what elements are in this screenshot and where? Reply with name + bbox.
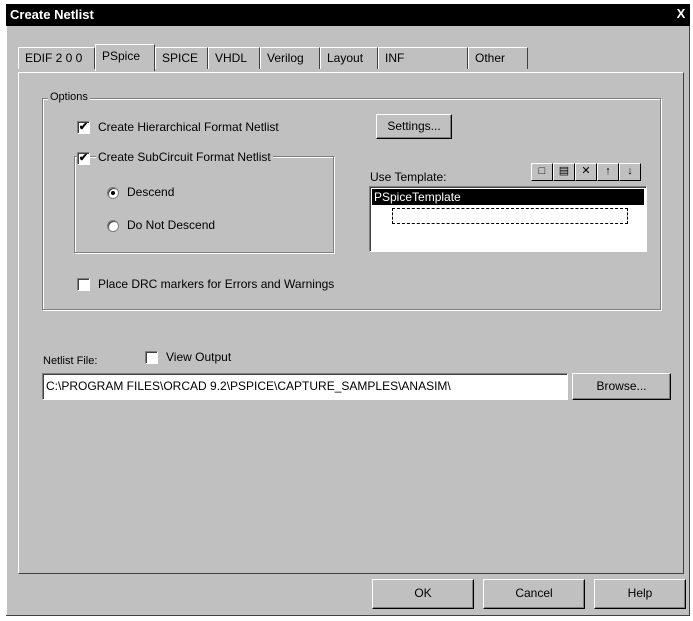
use-template-label: Use Template: xyxy=(370,170,447,184)
close-icon[interactable]: X xyxy=(674,7,688,21)
netlist-path-field[interactable]: C:\PROGRAM FILES\ORCAD 9.2\PSPICE\CAPTUR… xyxy=(42,373,568,400)
subcircuit-groupbox xyxy=(74,156,334,253)
cancel-button[interactable]: Cancel xyxy=(483,579,585,609)
template-new-item[interactable] xyxy=(392,208,628,224)
browse-button[interactable]: Browse... xyxy=(572,373,671,400)
settings-button[interactable]: Settings... xyxy=(376,114,452,139)
create-netlist-dialog: Create Netlist X EDIF 2 0 0 PSpice SPICE… xyxy=(6,4,690,616)
view-output-label: View Output xyxy=(166,350,232,364)
no-descend-radio[interactable] xyxy=(107,220,119,232)
tab-edif[interactable]: EDIF 2 0 0 xyxy=(18,47,95,69)
options-group-label: Options xyxy=(48,91,90,103)
template-listbox[interactable]: PSpiceTemplate xyxy=(369,186,647,252)
new-icon[interactable]: □ xyxy=(531,163,553,181)
descend-label: Descend xyxy=(127,185,175,199)
pspice-tab-panel: Options ✔ Create Hierarchical Format Net… xyxy=(18,72,684,574)
template-item-selected[interactable]: PSpiceTemplate xyxy=(372,189,644,205)
descend-radio[interactable] xyxy=(107,187,119,199)
tab-spice[interactable]: SPICE xyxy=(155,47,208,69)
properties-icon[interactable]: ▤ xyxy=(553,163,575,181)
tab-pspice[interactable]: PSpice xyxy=(95,44,155,71)
tab-verilog[interactable]: Verilog xyxy=(260,47,320,69)
hierarchical-checkbox[interactable]: ✔ xyxy=(77,121,90,134)
dialog-title: Create Netlist xyxy=(10,7,94,22)
drc-label: Place DRC markers for Errors and Warning… xyxy=(98,277,335,291)
help-button[interactable]: Help xyxy=(594,579,686,609)
template-toolbar: □ ▤ ✕ ↑ ↓ xyxy=(531,163,643,181)
delete-icon[interactable]: ✕ xyxy=(575,163,597,181)
tab-vhdl[interactable]: VHDL xyxy=(208,47,260,69)
no-descend-label: Do Not Descend xyxy=(127,218,216,232)
move-down-icon[interactable]: ↓ xyxy=(619,163,641,181)
subcircuit-label: Create SubCircuit Format Netlist xyxy=(96,150,273,164)
move-up-icon[interactable]: ↑ xyxy=(597,163,619,181)
tab-inf[interactable]: INF xyxy=(378,47,468,69)
subcircuit-checkbox[interactable]: ✔ xyxy=(77,152,90,165)
drc-checkbox[interactable] xyxy=(77,278,90,291)
netlist-file-label: Netlist File: xyxy=(43,355,98,367)
view-output-checkbox[interactable] xyxy=(145,351,158,364)
tab-other[interactable]: Other xyxy=(468,47,528,69)
title-bar: Create Netlist X xyxy=(6,4,690,26)
ok-button[interactable]: OK xyxy=(372,579,474,609)
hierarchical-label: Create Hierarchical Format Netlist xyxy=(98,120,279,134)
tab-layout[interactable]: Layout xyxy=(320,47,378,69)
